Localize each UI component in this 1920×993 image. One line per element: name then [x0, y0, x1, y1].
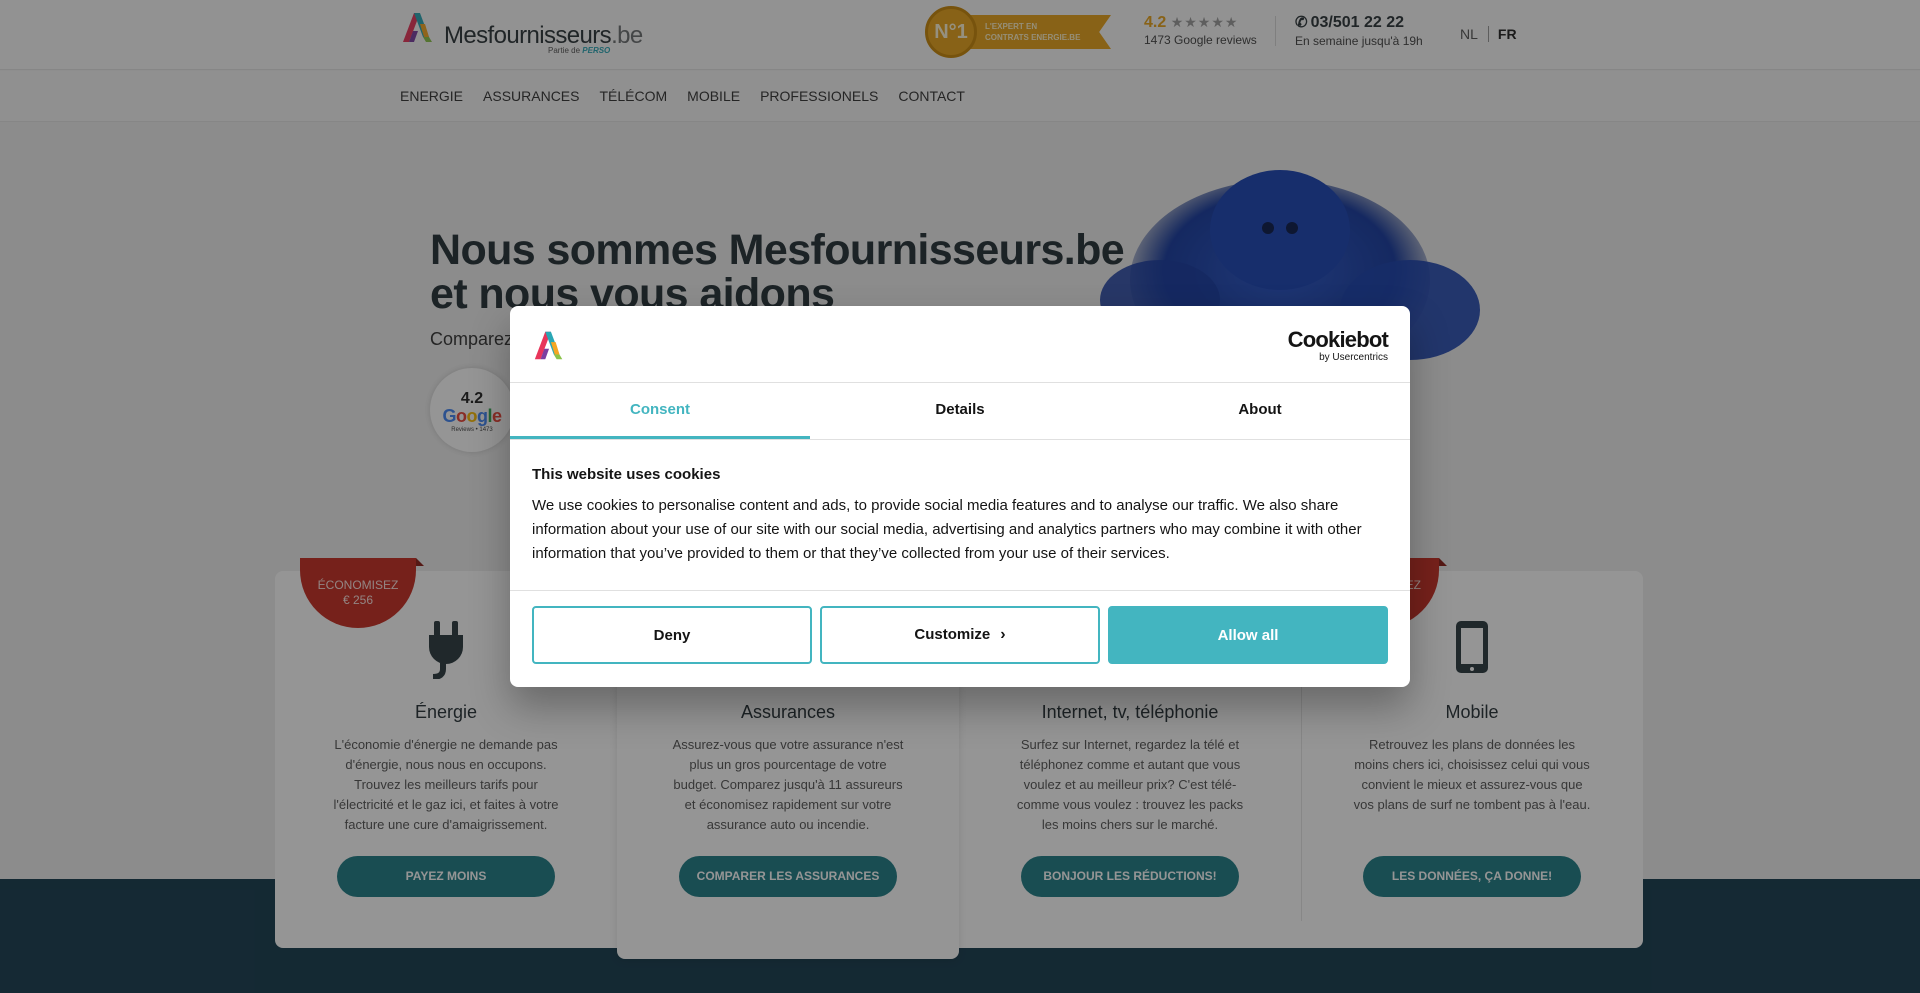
cookiebot-logo[interactable]: Cookiebot by Usercentrics — [1288, 328, 1389, 364]
dialog-text: We use cookies to personalise content an… — [532, 497, 1362, 562]
cookie-consent-dialog: Cookiebot by Usercentrics Consent Detail… — [510, 306, 1410, 687]
a-logo-icon — [534, 331, 563, 360]
tab-details[interactable]: Details — [810, 383, 1110, 439]
dialog-heading: This website uses cookies — [532, 466, 721, 483]
dialog-footer: Deny Customize › Allow all — [510, 590, 1410, 687]
dialog-header: Cookiebot by Usercentrics — [510, 306, 1410, 383]
tab-about[interactable]: About — [1110, 383, 1410, 439]
customize-button[interactable]: Customize › — [820, 606, 1100, 664]
dialog-tabs: Consent Details About — [510, 383, 1410, 440]
tab-consent[interactable]: Consent — [510, 383, 810, 439]
dialog-body: This website uses cookies We use cookies… — [532, 466, 1388, 566]
allow-all-button[interactable]: Allow all — [1108, 606, 1388, 664]
chevron-right-icon: › — [1000, 626, 1006, 643]
deny-button[interactable]: Deny — [532, 606, 812, 664]
